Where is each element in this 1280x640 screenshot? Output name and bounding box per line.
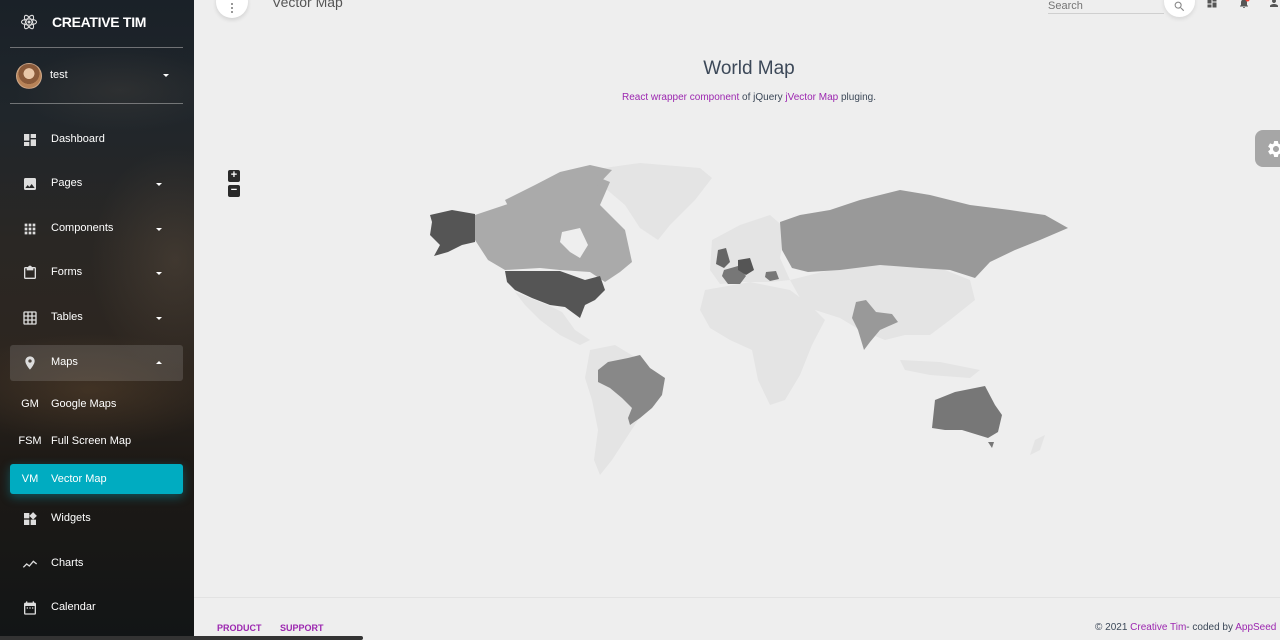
caret-down-icon	[156, 183, 162, 186]
world-vector-map[interactable]	[194, 150, 1144, 490]
divider	[10, 47, 183, 48]
calendar-icon	[24, 601, 36, 615]
sidebar-subitem-label: Google Maps	[51, 398, 117, 410]
copyright: © 2021 Creative Tim- coded by AppSeed	[1095, 622, 1276, 633]
person-icon[interactable]	[1268, 0, 1280, 9]
settings-plugin-button[interactable]	[1255, 130, 1280, 167]
gear-icon	[1268, 140, 1280, 157]
search-icon	[1174, 1, 1185, 12]
search-button[interactable]	[1164, 0, 1195, 17]
subtitle-text: pluging.	[838, 92, 877, 103]
dashboard-icon[interactable]	[1206, 0, 1218, 9]
copyright-text: - coded by	[1186, 622, 1236, 633]
search-field[interactable]	[1048, 0, 1164, 14]
sidebar-item-tables[interactable]: Tables	[10, 300, 183, 336]
subtitle-text: of jQuery	[739, 92, 786, 103]
map-region-russia[interactable]	[780, 190, 1068, 278]
sidebar-item-widgets[interactable]: Widgets	[10, 501, 183, 537]
user-name: test	[50, 69, 68, 81]
sidebar-item-label: Dashboard	[51, 133, 105, 145]
grid-on-icon	[23, 311, 37, 325]
card-title: World Map	[703, 58, 795, 79]
sidebar-subitem-label: Vector Map	[51, 473, 107, 485]
caret-down-icon	[156, 317, 162, 320]
map-svg	[430, 163, 1068, 475]
map-region-tasmania[interactable]	[988, 442, 994, 448]
sidebar-item-label: Components	[51, 222, 114, 234]
sidebar-subitem-full-screen-map[interactable]: FSM Full Screen Map	[10, 428, 183, 454]
footer-divider	[194, 597, 1280, 598]
sidebar-item-label: Forms	[51, 266, 83, 278]
sidebar-subitem-abbr: VM	[21, 473, 39, 485]
card-subtitle: React wrapper component of jQuery jVecto…	[194, 92, 1280, 103]
map-region-indonesia[interactable]	[900, 360, 980, 378]
dashboard-icon	[24, 134, 36, 146]
sidebar-item-forms[interactable]: Forms	[10, 255, 183, 291]
avatar	[16, 63, 42, 89]
page-title: Vector Map	[272, 0, 343, 10]
sidebar-subitem-label: Full Screen Map	[51, 435, 132, 447]
image-icon	[24, 178, 36, 190]
notifications-icon[interactable]	[1238, 0, 1250, 9]
sidebar-subitem-vector-map[interactable]: VM Vector Map	[10, 464, 183, 494]
sidebar-item-label: Widgets	[51, 512, 91, 524]
widgets-icon	[24, 512, 37, 525]
caret-down-icon	[163, 74, 169, 77]
sidebar-item-label: Maps	[51, 356, 78, 368]
copyright-text: © 2021	[1095, 622, 1131, 633]
sidebar-item-label: Calendar	[51, 601, 96, 613]
sidebar-item-label: Pages	[51, 177, 83, 189]
sidebar-item-charts[interactable]: Charts	[10, 546, 183, 582]
caret-up-icon	[156, 361, 162, 364]
footer-link-support[interactable]: SUPPORT	[280, 623, 324, 633]
sidebar-item-pages[interactable]: Pages	[10, 166, 183, 202]
sidebar-subitem-google-maps[interactable]: GM Google Maps	[10, 391, 183, 417]
sidebar-item-dashboard[interactable]: Dashboard	[10, 122, 183, 158]
react-wrapper-link[interactable]: React wrapper component	[622, 92, 739, 103]
user-menu[interactable]: test	[0, 57, 194, 93]
sidebar-item-calendar[interactable]: Calendar	[10, 590, 183, 626]
sidebar-subitem-abbr: GM	[21, 398, 39, 410]
search-input[interactable]	[1048, 0, 1164, 12]
map-region-new-zealand[interactable]	[1030, 435, 1045, 455]
clipboard-icon	[24, 265, 36, 279]
divider	[10, 103, 183, 104]
sidebar: CREATIVE TIM test Dashboard Pages Compon…	[0, 0, 194, 640]
sidebar-item-label: Tables	[51, 311, 83, 323]
timeline-icon	[22, 560, 38, 568]
map-region-australia[interactable]	[932, 386, 1002, 438]
appseed-link[interactable]: AppSeed	[1235, 622, 1276, 633]
footer-link-product[interactable]: PRODUCT	[217, 623, 262, 633]
apps-icon	[24, 223, 36, 235]
sidebar-subitem-abbr: FSM	[18, 435, 42, 447]
place-icon	[25, 356, 35, 370]
react-logo-icon	[20, 14, 38, 30]
brand-name: CREATIVE TIM	[52, 14, 147, 30]
sidebar-minimize-button[interactable]	[216, 0, 248, 18]
caret-down-icon	[156, 272, 162, 275]
creative-tim-link[interactable]: Creative Tim	[1130, 622, 1186, 633]
sidebar-item-maps[interactable]: Maps	[10, 345, 183, 381]
brand[interactable]: CREATIVE TIM	[0, 0, 194, 46]
sidebar-item-components[interactable]: Components	[10, 211, 183, 247]
horizontal-scrollbar[interactable]	[0, 636, 363, 640]
sidebar-item-label: Charts	[51, 557, 84, 569]
jvector-map-link[interactable]: jVector Map	[785, 92, 838, 103]
map-region-alaska[interactable]	[430, 210, 475, 256]
caret-down-icon	[156, 228, 162, 231]
